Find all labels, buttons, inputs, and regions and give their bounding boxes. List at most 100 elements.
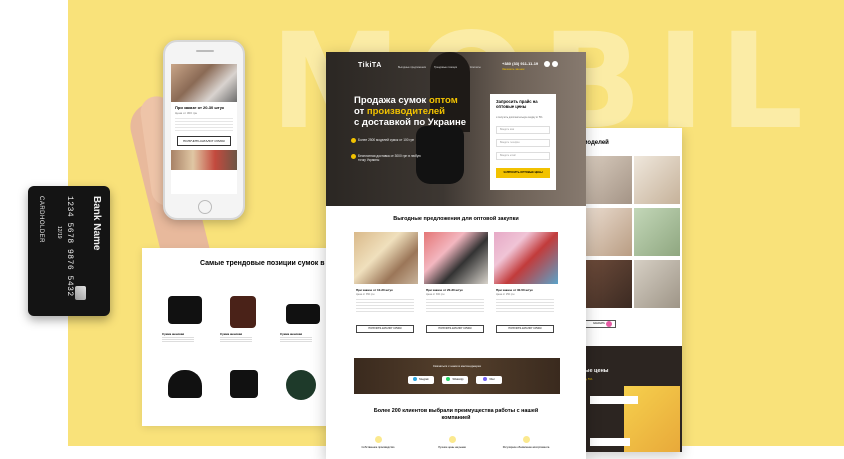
telegram-icon	[413, 377, 418, 382]
offer-price: Цена от 350 грн	[356, 293, 375, 296]
catalog-thumb[interactable]	[586, 260, 632, 308]
product-card[interactable]	[216, 364, 270, 424]
name-input[interactable]: Введите имя	[496, 126, 550, 134]
catalog-thumb[interactable]	[634, 156, 680, 204]
callback-link[interactable]: Заказать звонок	[502, 67, 524, 71]
clients-title: Более 200 клиентов выбрали преимущества …	[373, 408, 539, 422]
offers-title: Выгодные предложения для оптовой закупки	[393, 216, 519, 222]
offer-price: Цена от 250 грн	[496, 293, 515, 296]
bag-image	[230, 296, 256, 328]
offer-image	[354, 232, 418, 284]
phone-item-price: Цена от 300 грн	[175, 111, 198, 115]
phone-description	[175, 118, 233, 132]
telegram-icon[interactable]	[544, 61, 550, 67]
product-title: Сумка женская	[280, 332, 303, 336]
phone-bags-image	[171, 150, 237, 170]
product-desc	[220, 337, 252, 343]
product-title: Сумка женская	[162, 332, 185, 336]
email-input[interactable]: Введите email	[496, 152, 550, 160]
advantage-item: Регулярное обновление ассортимента	[502, 436, 550, 449]
bag-image	[286, 304, 320, 324]
offer-button[interactable]: ПОЛУЧИТЬ КАТАЛОГ СУМОК	[496, 325, 554, 333]
form-subtitle: и получить дополнительную скидку от 5%	[496, 116, 543, 119]
product-card[interactable]: Сумка женская	[158, 290, 212, 350]
messengers-block: Связаться с нами в мессенджерах Telegram…	[354, 358, 560, 394]
speaker-icon	[196, 50, 214, 52]
card-number: 1234 5678 9876 5432	[65, 196, 74, 297]
phone-mockup: При заказе от 20-30 штук Цена от 300 грн…	[163, 40, 245, 220]
badge-icon	[606, 321, 612, 327]
phone-product-image	[171, 64, 237, 102]
header-phone[interactable]: +380 (33) 911-11-19	[502, 61, 538, 66]
offer-card: При заказе от 30-50 штук Цена от 250 грн…	[494, 232, 558, 342]
form-title: Запросить прайс на оптовые цены	[496, 99, 538, 109]
offer-image	[424, 232, 488, 284]
offer-card: При заказе от 20-30 штук Цена от 300 грн…	[424, 232, 488, 342]
advantage-item: Собственное производство	[354, 436, 402, 449]
trending-section: Самые трендовые позиции сумок в 20 Сумка…	[142, 248, 334, 426]
feature-item: Более 2500 моделей сумок от 100 грн	[351, 138, 428, 143]
logo[interactable]: TikiTA	[358, 62, 382, 69]
viber-icon	[483, 377, 488, 382]
viber-button[interactable]: Viber	[476, 376, 502, 384]
whatsapp-button[interactable]: WhatsApp	[442, 376, 468, 384]
hero-section: TikiTA Выгодные предложения Трендовые по…	[326, 52, 586, 206]
offer-button[interactable]: ПОЛУЧИТЬ КАТАЛОГ СУМОК	[426, 325, 484, 333]
nav-link[interactable]: Трендовые позиции	[434, 66, 457, 69]
viber-icon[interactable]	[552, 61, 558, 67]
offer-card: При заказе от 10-20 штук Цена от 350 грн…	[354, 232, 418, 342]
offer-title: При заказе от 20-30 штук	[426, 288, 463, 292]
landing-page-preview: TikiTA Выгодные предложения Трендовые по…	[326, 52, 586, 459]
price-icon	[448, 436, 456, 443]
product-desc	[280, 337, 312, 343]
product-card[interactable]	[158, 364, 212, 424]
product-card[interactable]: Сумка женская	[276, 290, 330, 350]
truck-icon	[351, 154, 356, 159]
request-prices-button[interactable]: ЗАПРОСИТЬ ОПТОВЫЕ ЦЕНЫ	[496, 168, 550, 178]
factory-icon	[374, 436, 382, 443]
card-expiry: 12/19	[56, 226, 62, 239]
offer-title: При заказе от 10-20 штук	[356, 288, 393, 292]
nav-link[interactable]: Контакты	[470, 66, 481, 69]
catalog-thumb[interactable]	[634, 260, 680, 308]
bag-image	[286, 370, 316, 400]
advantage-item: Лучшие цены на рынке	[428, 436, 476, 449]
phone-input[interactable]: Введите телефон	[496, 139, 550, 147]
offer-desc	[496, 299, 554, 313]
price-request-form: Запросить прайс на оптовые цены и получи…	[490, 94, 556, 190]
phone-item-title: При заказе от 20-30 штук	[175, 105, 224, 110]
offer-button[interactable]: ПОЛУЧИТЬ КАТАЛОГ СУМОК	[356, 325, 414, 333]
catalog-thumb[interactable]	[634, 208, 680, 256]
offer-price: Цена от 300 грн	[426, 293, 445, 296]
product-card[interactable]	[276, 364, 330, 424]
bag-icon	[351, 138, 356, 143]
trending-title: Самые трендовые позиции сумок в 20	[200, 260, 335, 267]
refresh-icon	[522, 436, 530, 443]
telegram-button[interactable]: Telegram	[408, 376, 434, 384]
whatsapp-icon	[446, 377, 451, 382]
nav-link[interactable]: Выгодные предложения	[398, 66, 426, 69]
hero-title: Продажа сумок оптом от производителей с …	[354, 95, 467, 128]
catalog-page-preview: 0 моделей ЗАКАЗАТЬ овые цены скидку 5%	[578, 128, 682, 452]
price-request-input[interactable]	[590, 438, 630, 446]
backpack-image	[230, 370, 258, 398]
catalog-thumb[interactable]	[586, 156, 632, 204]
credit-card: Bank Name 1234 5678 9876 5432 12/19 CARD…	[28, 186, 110, 316]
bag-image	[168, 370, 202, 398]
chip-icon	[75, 286, 86, 300]
feature-item: Бесплатная доставка от 3000 грн в любую …	[351, 154, 428, 162]
product-desc	[162, 337, 194, 343]
offer-desc	[426, 299, 484, 313]
catalog-thumb[interactable]	[586, 208, 632, 256]
offer-title: При заказе от 30-50 штук	[496, 288, 533, 292]
phone-catalog-button[interactable]: ПОЛУЧИТЬ КАТАЛОГ СУМОК	[177, 136, 231, 146]
product-title: Сумка женская	[220, 332, 243, 336]
price-request-block: овые цены скидку 5%	[578, 346, 682, 452]
card-holder: CARDHOLDER	[38, 196, 44, 244]
phone-screen: При заказе от 20-30 штук Цена от 300 грн…	[171, 64, 237, 194]
price-request-input[interactable]	[590, 396, 638, 404]
product-card[interactable]: Сумка женская	[216, 290, 270, 350]
messengers-title: Связаться с нами в мессенджерах	[432, 364, 482, 368]
bag-image	[168, 296, 202, 324]
card-bank-name: Bank Name	[91, 196, 102, 251]
